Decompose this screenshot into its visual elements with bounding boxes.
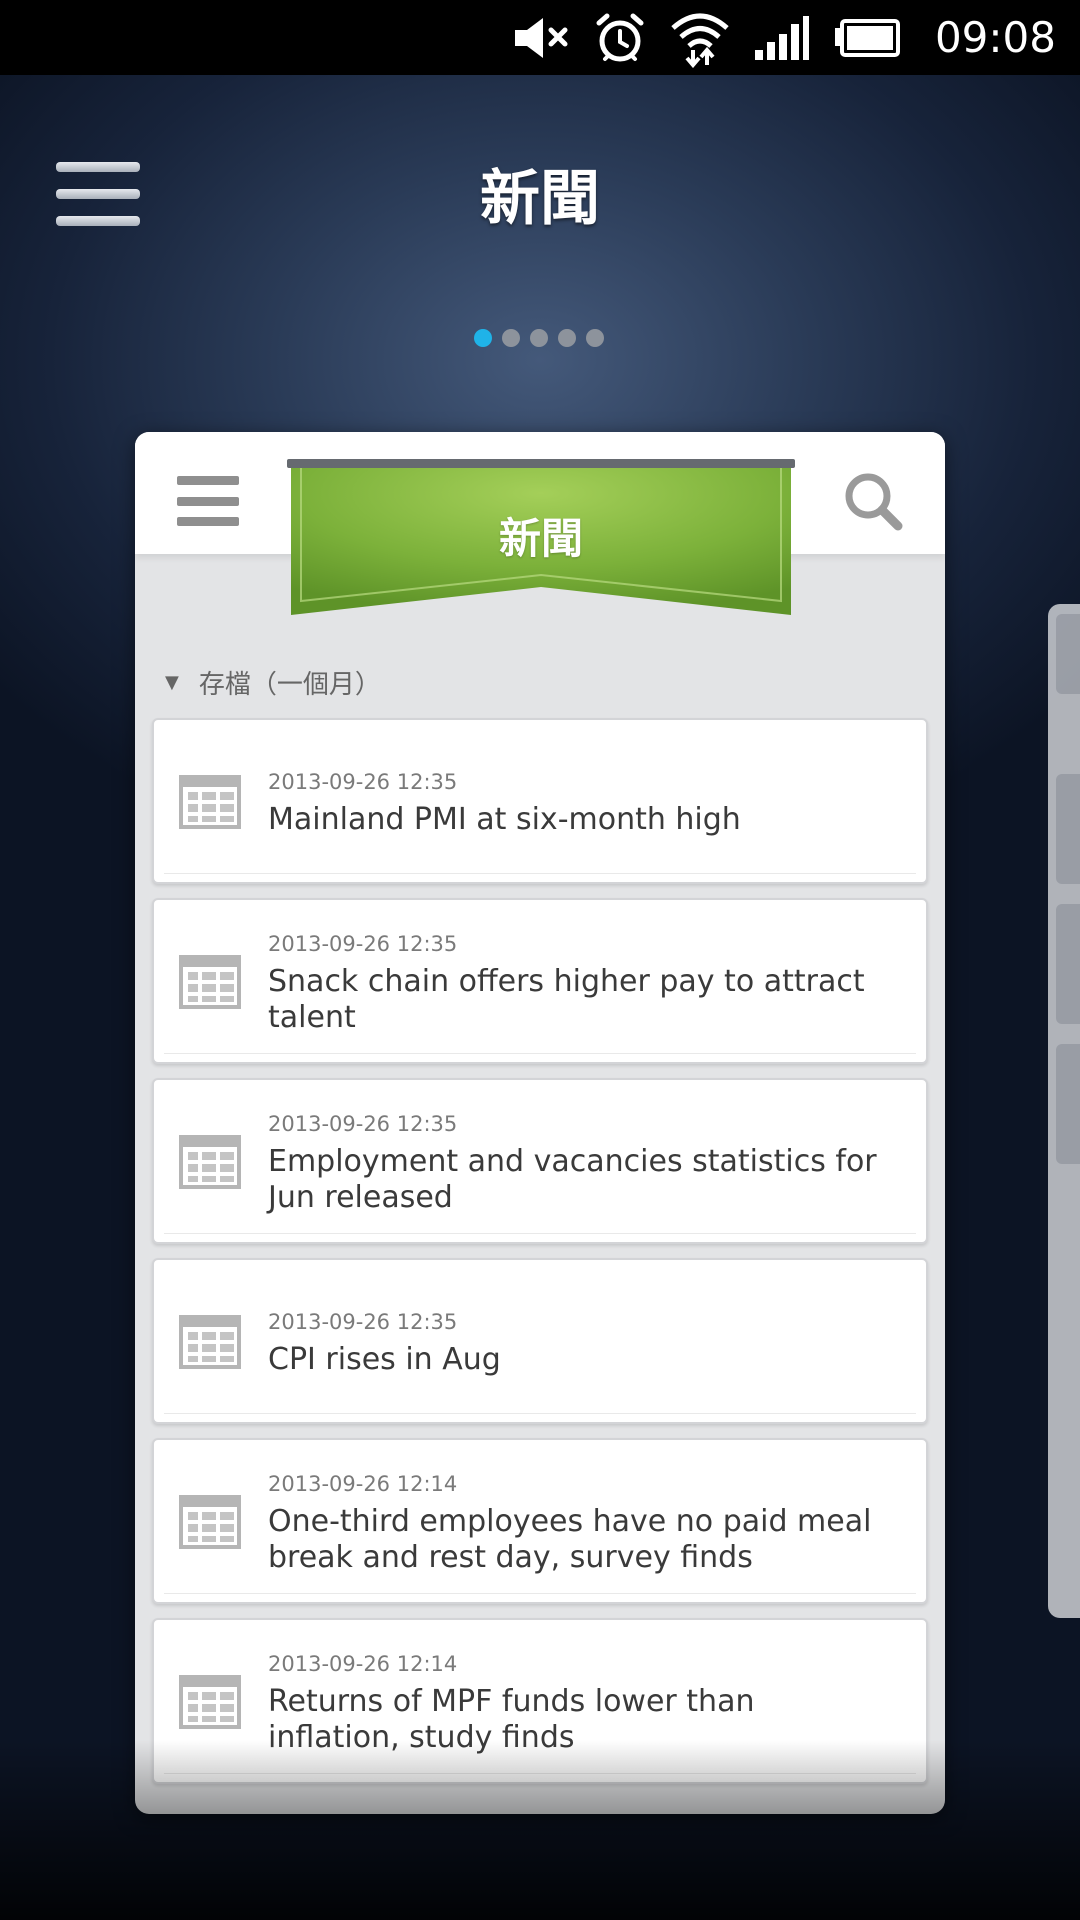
news-title: One-third employees have no paid meal br… bbox=[268, 1504, 872, 1575]
alarm-icon bbox=[596, 13, 644, 61]
preview-segment bbox=[1056, 904, 1080, 1024]
newspaper-icon bbox=[179, 1495, 241, 1549]
newspaper-icon bbox=[179, 1315, 241, 1369]
newspaper-icon bbox=[179, 1135, 241, 1189]
page-dot-active[interactable] bbox=[474, 329, 492, 347]
news-title: Returns of MPF funds lower than inflatio… bbox=[268, 1684, 755, 1755]
news-date: 2013-09-26 12:14 bbox=[268, 1472, 458, 1496]
widget-menu-button[interactable] bbox=[177, 476, 239, 526]
news-item[interactable]: 2013-09-26 12:14 Returns of MPF funds lo… bbox=[152, 1618, 928, 1784]
widget-menu-icon-line bbox=[177, 496, 239, 506]
wifi-icon bbox=[671, 13, 729, 68]
news-date: 2013-09-26 12:35 bbox=[268, 1112, 458, 1136]
page-indicator bbox=[474, 329, 604, 347]
news-item[interactable]: 2013-09-26 12:35 CPI rises in Aug bbox=[152, 1258, 928, 1424]
news-title: Mainland PMI at six-month high bbox=[268, 802, 741, 837]
ribbon-label: 新聞 bbox=[498, 514, 583, 563]
news-title: Snack chain offers higher pay to attract… bbox=[268, 964, 865, 1035]
archive-label: 存檔（一個月） bbox=[198, 670, 381, 700]
page-dot[interactable] bbox=[530, 329, 548, 347]
news-date: 2013-09-26 12:35 bbox=[268, 932, 458, 956]
newspaper-icon bbox=[179, 775, 241, 829]
news-widget: 新聞 ▼ 存檔（一個月） 2013-09-26 12:35 Mainland P… bbox=[135, 432, 945, 1814]
status-time: 09:08 bbox=[934, 13, 1056, 62]
signal-icon bbox=[754, 15, 809, 60]
newspaper-icon bbox=[179, 1675, 241, 1729]
next-widget-preview[interactable] bbox=[1048, 604, 1080, 1618]
section-ribbon: 新聞 bbox=[287, 459, 795, 619]
app-screen: 09:08 新聞 新聞 ▼ 存檔（一個月） 2013-09-26 12:35 M… bbox=[0, 0, 1080, 1920]
triangle-down-icon: ▼ bbox=[165, 672, 179, 693]
page-dot[interactable] bbox=[558, 329, 576, 347]
newspaper-icon bbox=[179, 955, 241, 1009]
news-date: 2013-09-26 12:14 bbox=[268, 1652, 458, 1676]
news-date: 2013-09-26 12:35 bbox=[268, 1310, 458, 1334]
news-title: CPI rises in Aug bbox=[268, 1342, 501, 1377]
page-dot[interactable] bbox=[502, 329, 520, 347]
page-title: 新聞 bbox=[480, 164, 600, 234]
widget-menu-icon-line bbox=[177, 517, 239, 526]
news-item-inner bbox=[164, 728, 916, 874]
ribbon-top-bar bbox=[287, 459, 795, 468]
news-item-inner bbox=[164, 1268, 916, 1414]
news-item[interactable]: 2013-09-26 12:14 One-third employees hav… bbox=[152, 1438, 928, 1604]
preview-segment bbox=[1056, 614, 1080, 694]
news-title: Employment and vacancies statistics for … bbox=[268, 1144, 877, 1215]
battery-icon bbox=[834, 18, 900, 57]
status-bar: 09:08 bbox=[0, 0, 1080, 75]
preview-segment bbox=[1056, 1044, 1080, 1164]
news-item[interactable]: 2013-09-26 12:35 Employment and vacancie… bbox=[152, 1078, 928, 1244]
widget-menu-icon bbox=[177, 476, 239, 485]
search-icon[interactable] bbox=[840, 468, 906, 534]
archive-toggle[interactable]: ▼ 存檔（一個月） bbox=[165, 664, 381, 701]
news-item[interactable]: 2013-09-26 12:35 Mainland PMI at six-mon… bbox=[152, 718, 928, 884]
news-date: 2013-09-26 12:35 bbox=[268, 770, 458, 794]
page-dot[interactable] bbox=[586, 329, 604, 347]
preview-segment bbox=[1056, 774, 1080, 884]
mute-icon bbox=[514, 17, 568, 58]
news-item[interactable]: 2013-09-26 12:35 Snack chain offers high… bbox=[152, 898, 928, 1064]
